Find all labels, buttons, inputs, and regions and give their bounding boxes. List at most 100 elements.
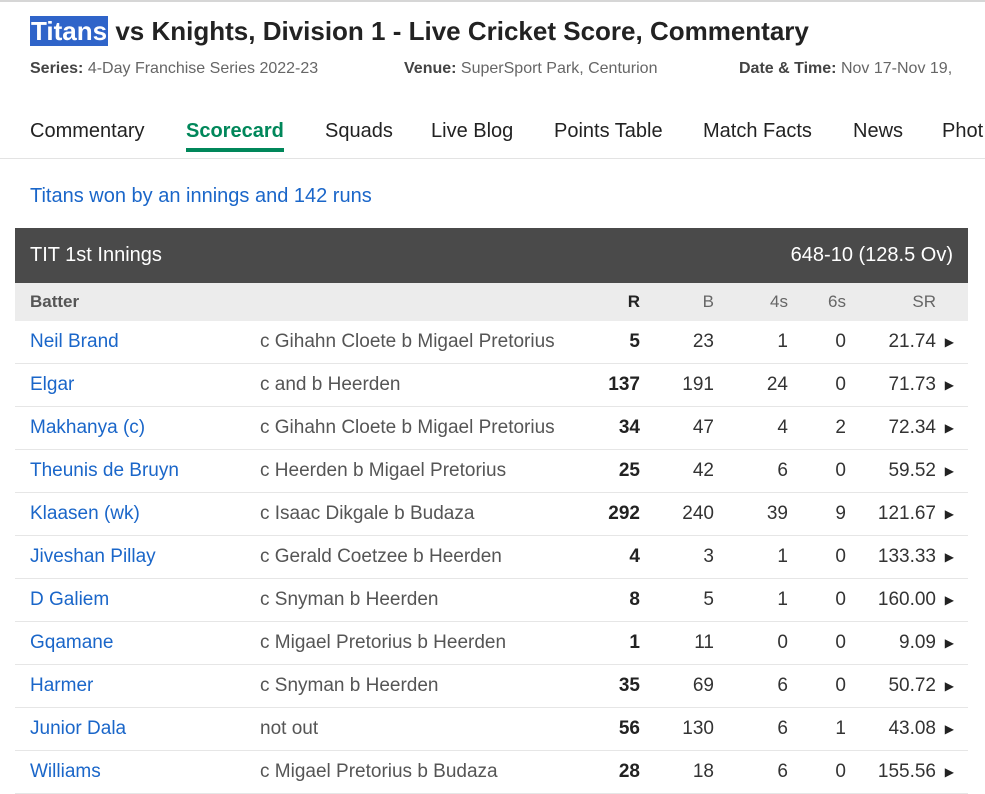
dismissal-text: c and b Heerden — [260, 374, 401, 395]
strike-rate-cell: 121.67 — [877, 503, 936, 524]
series-label: Series: — [30, 60, 84, 77]
table-row: Junior Dala not out 56 130 6 1 43.08 ▶ — [15, 708, 968, 751]
col-runs: R — [627, 292, 640, 311]
col-fours: 4s — [770, 292, 788, 311]
runs-cell: 4 — [629, 546, 640, 567]
tab-match-facts[interactable]: Match Facts — [703, 120, 812, 143]
fours-cell: 6 — [777, 675, 788, 696]
tab-news[interactable]: News — [853, 120, 903, 143]
caret-right-icon[interactable]: ▶ — [945, 550, 954, 564]
date-value: Nov 17-Nov 19, — [840, 60, 953, 77]
sixes-cell: 9 — [835, 503, 846, 524]
strike-rate-cell: 59.52 — [888, 460, 936, 481]
match-result: Titans won by an innings and 142 runs — [30, 185, 372, 207]
scorecard-column-headers: Batter R B 4s 6s SR — [15, 283, 968, 321]
batter-name[interactable]: Williams — [30, 761, 101, 783]
balls-cell: 47 — [692, 417, 714, 438]
table-row: Neil Brand c Gihahn Cloete b Migael Preto… — [15, 321, 968, 364]
sixes-cell: 0 — [835, 374, 846, 395]
caret-right-icon[interactable]: ▶ — [945, 636, 954, 650]
fours-cell: 1 — [777, 589, 788, 610]
strike-rate-cell: 155.56 — [877, 761, 936, 782]
table-row: Jiveshan Pillay c Gerald Coetzee b Heerde… — [15, 536, 968, 579]
balls-cell: 191 — [682, 374, 714, 395]
date-info: Date & Time: Nov 17-Nov 19, — [739, 60, 952, 78]
match-tabs: Commentary Scorecard Squads Live Blog Po… — [0, 108, 985, 159]
venue-value: SuperSport Park, Centurion — [460, 60, 658, 77]
fours-cell: 6 — [777, 718, 788, 739]
fours-cell: 1 — [777, 331, 788, 352]
batter-name[interactable]: Klaasen (wk) — [30, 503, 140, 525]
table-row: D Galiem c Snyman b Heerden 8 5 1 0 160.00 ▶ — [15, 579, 968, 622]
tab-live-blog[interactable]: Live Blog — [431, 120, 513, 143]
caret-right-icon[interactable]: ▶ — [945, 378, 954, 392]
batter-name[interactable]: Gqamane — [30, 632, 113, 654]
caret-right-icon[interactable]: ▶ — [945, 593, 954, 607]
title-highlight: Titans — [30, 16, 109, 46]
col-balls: B — [702, 292, 714, 311]
dismissal-text: c Migael Pretorius b Budaza — [260, 761, 498, 782]
runs-cell: 56 — [618, 718, 640, 739]
dismissal-text: c Isaac Dikgale b Budaza — [260, 503, 475, 524]
batter-name[interactable]: Junior Dala — [30, 718, 126, 740]
batter-name[interactable]: Elgar — [30, 374, 74, 396]
caret-right-icon[interactable]: ▶ — [945, 464, 954, 478]
sixes-cell: 0 — [835, 546, 846, 567]
batting-rows: Neil Brand c Gihahn Cloete b Migael Preto… — [15, 321, 968, 794]
tab-squads[interactable]: Squads — [325, 120, 393, 143]
table-row: Elgar c and b Heerden 137 191 24 0 71.73 ▶ — [15, 364, 968, 407]
table-row: Williams c Migael Pretorius b Budaza 28 18 6… — [15, 751, 968, 794]
page-title: Titans vs Knights, Division 1 - Live Cri… — [30, 14, 809, 48]
strike-rate-cell: 9.09 — [899, 632, 936, 653]
batter-name[interactable]: Jiveshan Pillay — [30, 546, 156, 568]
caret-right-icon[interactable]: ▶ — [945, 335, 954, 349]
table-row: Klaasen (wk) c Isaac Dikgale b Budaza 292 2… — [15, 493, 968, 536]
strike-rate-cell: 133.33 — [877, 546, 936, 567]
fours-cell: 1 — [777, 546, 788, 567]
balls-cell: 11 — [694, 632, 714, 653]
runs-cell: 5 — [629, 331, 640, 352]
sixes-cell: 0 — [835, 761, 846, 782]
sixes-cell: 0 — [835, 460, 846, 481]
fours-cell: 6 — [777, 761, 788, 782]
strike-rate-cell: 71.73 — [888, 374, 936, 395]
batter-name[interactable]: Theunis de Bruyn — [30, 460, 179, 482]
batter-name[interactable]: Makhanya (c) — [30, 417, 145, 439]
caret-right-icon[interactable]: ▶ — [945, 507, 954, 521]
table-row: Harmer c Snyman b Heerden 35 69 6 0 50.72 ▶ — [15, 665, 968, 708]
table-row: Theunis de Bruyn c Heerden b Migael Preto… — [15, 450, 968, 493]
dismissal-text: c Gihahn Cloete b Migael Pretorius — [260, 417, 555, 438]
runs-cell: 8 — [629, 589, 640, 610]
strike-rate-cell: 43.08 — [888, 718, 936, 739]
caret-right-icon[interactable]: ▶ — [945, 765, 954, 779]
runs-cell: 35 — [618, 675, 640, 696]
col-batter: Batter — [30, 292, 80, 311]
caret-right-icon[interactable]: ▶ — [945, 722, 954, 736]
series-info: Series: 4-Day Franchise Series 2022-23 — [30, 60, 318, 78]
fours-cell: 24 — [766, 374, 788, 395]
tab-scorecard[interactable]: Scorecard — [186, 120, 284, 152]
top-border — [0, 0, 985, 2]
tab-commentary[interactable]: Commentary — [30, 120, 144, 143]
caret-right-icon[interactable]: ▶ — [945, 421, 954, 435]
fours-cell: 6 — [777, 460, 788, 481]
balls-cell: 5 — [703, 589, 714, 610]
table-row: Gqamane c Migael Pretorius b Heerden 1 11 0 0… — [15, 622, 968, 665]
dismissal-text: c Snyman b Heerden — [260, 675, 439, 696]
venue-label: Venue: — [404, 60, 457, 77]
fours-cell: 0 — [777, 632, 788, 653]
caret-right-icon[interactable]: ▶ — [945, 679, 954, 693]
series-value: 4-Day Franchise Series 2022-23 — [87, 60, 319, 77]
batter-name[interactable]: Neil Brand — [30, 331, 119, 353]
tab-points-table[interactable]: Points Table — [554, 120, 663, 143]
balls-cell: 18 — [692, 761, 714, 782]
dismissal-text: not out — [260, 718, 319, 739]
tab-photos[interactable]: Phot — [942, 120, 983, 143]
sixes-cell: 0 — [835, 675, 846, 696]
batter-name[interactable]: Harmer — [30, 675, 93, 697]
runs-cell: 25 — [618, 460, 640, 481]
strike-rate-cell: 160.00 — [877, 589, 936, 610]
batter-name[interactable]: D Galiem — [30, 589, 109, 611]
innings-header[interactable]: TIT 1st Innings 648-10 (128.5 Ov) — [15, 228, 968, 283]
sixes-cell: 2 — [835, 417, 846, 438]
